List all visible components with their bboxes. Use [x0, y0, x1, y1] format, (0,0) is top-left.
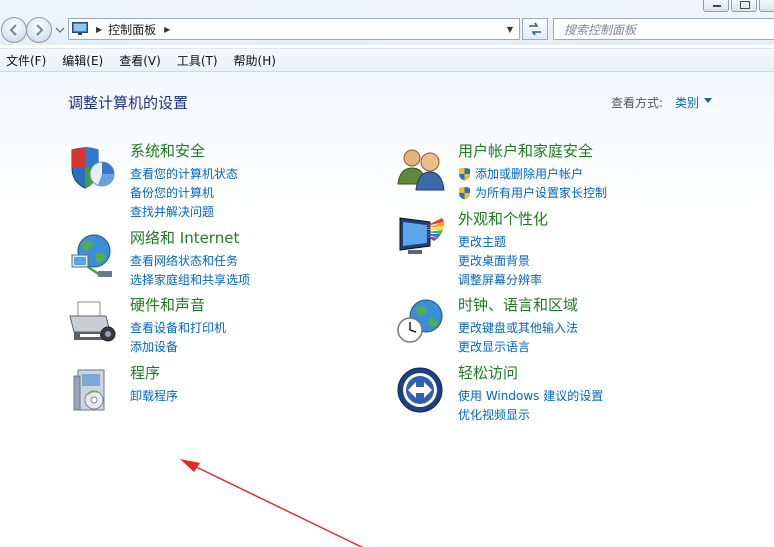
- address-bar-region: ▶ 控制面板 ▶ ▼ 搜索控制面板: [0, 0, 774, 45]
- link-desktop-background[interactable]: 更改桌面背景: [458, 251, 542, 270]
- minimize-button[interactable]: [703, 0, 729, 12]
- view-by-caret-icon[interactable]: [704, 98, 712, 103]
- close-button[interactable]: [759, 0, 774, 12]
- link-backup-computer[interactable]: 备份您的计算机: [130, 183, 238, 202]
- link-homegroup-sharing[interactable]: 选择家庭组和共享选项: [130, 270, 250, 289]
- link-network-status[interactable]: 查看网络状态和任务: [130, 251, 250, 270]
- category-title-clock[interactable]: 时钟、语言和区域: [458, 294, 578, 315]
- link-change-theme[interactable]: 更改主题: [458, 232, 542, 251]
- refresh-icon: [529, 22, 541, 36]
- category-title-users[interactable]: 用户帐户和家庭安全: [458, 140, 593, 161]
- uac-shield-icon: [459, 167, 470, 180]
- view-by-dropdown[interactable]: 类别: [675, 94, 699, 111]
- link-troubleshoot[interactable]: 查找并解决问题: [130, 202, 238, 221]
- link-display-language[interactable]: 更改显示语言: [458, 337, 578, 356]
- link-optimize-video[interactable]: 优化视频显示: [458, 405, 603, 424]
- category-title-programs[interactable]: 程序: [130, 362, 160, 383]
- link-add-device[interactable]: 添加设备: [130, 337, 226, 356]
- category-title-hardware[interactable]: 硬件和声音: [130, 294, 205, 315]
- programs-box-icon[interactable]: [68, 366, 120, 414]
- category-title-system[interactable]: 系统和安全: [130, 140, 205, 161]
- link-devices-printers[interactable]: 查看设备和打印机: [130, 318, 226, 337]
- arrow-left-icon: [9, 24, 17, 36]
- link-add-remove-accounts[interactable]: 添加或删除用户帐户: [458, 164, 607, 183]
- category-title-appearance[interactable]: 外观和个性化: [458, 208, 548, 229]
- recent-pages-dropdown-icon[interactable]: [55, 26, 65, 34]
- uac-shield-icon: [459, 186, 470, 199]
- maximize-button[interactable]: [731, 0, 757, 12]
- forward-button[interactable]: [26, 17, 52, 43]
- ease-of-access-icon[interactable]: [396, 366, 448, 414]
- category-title-ease[interactable]: 轻松访问: [458, 362, 518, 383]
- link-screen-resolution[interactable]: 调整屏幕分辨率: [458, 270, 542, 289]
- link-windows-recommended-settings[interactable]: 使用 Windows 建议的设置: [458, 386, 603, 405]
- breadcrumb-separator-icon[interactable]: ▶: [164, 25, 170, 34]
- menu-help[interactable]: 帮助(H): [234, 52, 276, 69]
- annotation-arrow: [180, 459, 364, 547]
- link-uninstall-program[interactable]: 卸载程序: [130, 386, 178, 405]
- menu-bar: 文件(F) 编辑(E) 查看(V) 工具(T) 帮助(H): [0, 48, 774, 72]
- search-input[interactable]: 搜索控制面板: [553, 18, 774, 40]
- address-dropdown-icon[interactable]: ▼: [501, 19, 519, 39]
- link-view-computer-status[interactable]: 查看您的计算机状态: [130, 164, 238, 183]
- menu-edit[interactable]: 编辑(E): [62, 52, 103, 69]
- printer-icon[interactable]: [68, 298, 120, 346]
- link-change-keyboard[interactable]: 更改键盘或其他输入法: [458, 318, 578, 337]
- back-button[interactable]: [1, 17, 27, 43]
- security-shield-icon[interactable]: [68, 144, 120, 192]
- page-title: 调整计算机的设置: [68, 94, 189, 112]
- breadcrumb-control-panel[interactable]: 控制面板: [108, 21, 156, 38]
- network-globe-icon[interactable]: [68, 231, 120, 279]
- search-placeholder: 搜索控制面板: [564, 22, 637, 37]
- menu-file[interactable]: 文件(F): [6, 52, 46, 69]
- control-panel-content: 调整计算机的设置 查看方式: 类别 系统和安全 查看您的计算机状态 备份您的计算…: [0, 72, 774, 547]
- control-panel-icon: [72, 22, 88, 35]
- menu-tools[interactable]: 工具(T): [177, 52, 218, 69]
- breadcrumb-separator-icon[interactable]: ▶: [96, 25, 102, 34]
- appearance-monitor-icon[interactable]: [396, 212, 448, 260]
- refresh-button[interactable]: [522, 18, 548, 40]
- address-box[interactable]: ▶ 控制面板 ▶ ▼: [68, 18, 520, 40]
- arrow-right-icon: [36, 24, 44, 36]
- menu-view[interactable]: 查看(V): [119, 52, 161, 69]
- link-parental-controls-label[interactable]: 为所有用户设置家长控制: [475, 184, 607, 201]
- link-parental-controls[interactable]: 为所有用户设置家长控制: [458, 183, 607, 202]
- category-title-network[interactable]: 网络和 Internet: [130, 227, 239, 248]
- clock-globe-icon[interactable]: [396, 298, 448, 346]
- link-add-remove-accounts-label[interactable]: 添加或删除用户帐户: [475, 165, 583, 182]
- users-icon[interactable]: [396, 144, 448, 192]
- view-by-label: 查看方式:: [611, 96, 664, 110]
